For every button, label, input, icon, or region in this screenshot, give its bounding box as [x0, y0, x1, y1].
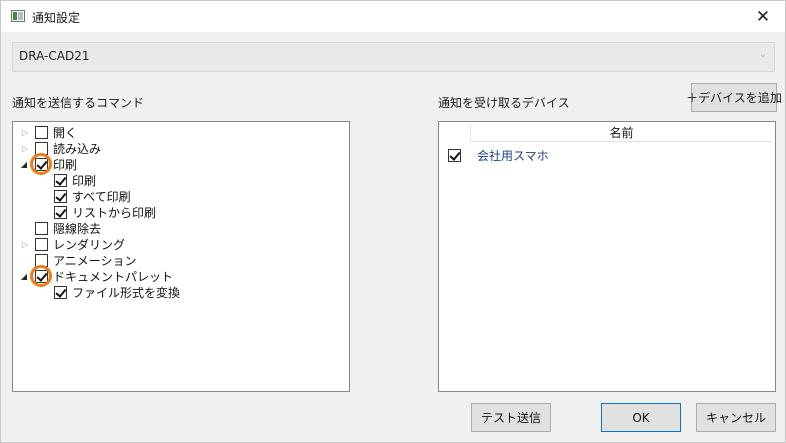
checkbox-icon[interactable] [54, 205, 67, 219]
devices-label: 通知を受け取るデバイス [438, 96, 570, 110]
tree-item-animation[interactable]: アニメーション [35, 252, 137, 268]
test-send-button[interactable]: テスト送信 [471, 403, 551, 432]
checkbox-icon[interactable] [35, 221, 48, 235]
tree-item-rendering[interactable]: レンダリング [35, 236, 125, 252]
triangle-right-icon[interactable]: ▷ [20, 127, 30, 137]
tree-item-hidden-line-removal[interactable]: 隠線除去 [35, 220, 101, 236]
close-icon: ✕ [755, 6, 771, 27]
chevron-down-icon: ⌄ [758, 49, 767, 60]
checkbox-icon[interactable] [54, 189, 67, 203]
checkbox-icon[interactable] [35, 237, 48, 251]
tree-item-label: ドキュメントパレット [53, 269, 174, 284]
tree-item-label: 印刷 [72, 173, 97, 188]
commands-label: 通知を送信するコマンド [12, 96, 145, 110]
orange-circle-highlight [30, 153, 52, 175]
tree-item-label: レンダリング [53, 237, 126, 252]
title-bar: 通知設定 ✕ [1, 1, 785, 32]
tree-item-open[interactable]: 開く [35, 124, 77, 140]
orange-circle-highlight [30, 265, 52, 287]
app-icon [11, 10, 25, 22]
device-row[interactable]: 会社用スマホ [448, 147, 549, 163]
ok-button[interactable]: OK [601, 403, 681, 432]
tree-item-label: アニメーション [53, 253, 137, 268]
notification-settings-dialog: 通知設定 ✕ DRA-CAD21 ⌄ 通知を送信するコマンド 通知を受け取るデバ… [0, 0, 786, 443]
checkbox-icon[interactable] [54, 173, 67, 187]
triangle-right-icon[interactable]: ▷ [20, 239, 30, 249]
close-button[interactable]: ✕ [741, 1, 785, 32]
device-name: 会社用スマホ [477, 148, 549, 163]
commands-tree[interactable]: ▷ 開く ▷ 読み込み ◢ 印刷 印刷 すべて印刷 リストから印刷 隠線除去 ▷… [12, 121, 350, 392]
tree-item-label: すべて印刷 [72, 189, 131, 204]
checkbox-icon[interactable] [35, 125, 48, 139]
tree-item-label: 読み込み [53, 141, 102, 156]
triangle-down-icon[interactable]: ◢ [19, 271, 29, 281]
tree-item-label: 開く [53, 125, 78, 140]
tree-item-label: ファイル形式を変換 [72, 285, 181, 300]
project-select-value: DRA-CAD21 [19, 49, 90, 63]
tree-item-document-palette[interactable]: ドキュメントパレット [35, 268, 173, 284]
add-device-button[interactable]: ＋デバイスを追加 [686, 83, 782, 112]
tree-item-label: 印刷 [53, 157, 78, 172]
tree-item-convert-format[interactable]: ファイル形式を変換 [54, 284, 180, 300]
window-title: 通知設定 [32, 11, 81, 25]
devices-list[interactable]: 名前 会社用スマホ [438, 121, 776, 392]
tree-item-print-all[interactable]: すべて印刷 [54, 188, 131, 204]
triangle-down-icon[interactable]: ◢ [19, 159, 29, 169]
checkbox-icon[interactable] [54, 285, 67, 299]
checkbox-icon[interactable] [448, 148, 461, 162]
tree-item-print-from-list[interactable]: リストから印刷 [54, 204, 156, 220]
tree-item-label: 隠線除去 [53, 221, 102, 236]
triangle-right-icon[interactable]: ▷ [20, 143, 30, 153]
tree-item-print-child[interactable]: 印刷 [54, 172, 96, 188]
column-header-name[interactable]: 名前 [470, 124, 772, 142]
project-select[interactable]: DRA-CAD21 ⌄ [12, 42, 775, 72]
cancel-button[interactable]: キャンセル [696, 403, 776, 432]
tree-item-label: リストから印刷 [72, 205, 157, 220]
